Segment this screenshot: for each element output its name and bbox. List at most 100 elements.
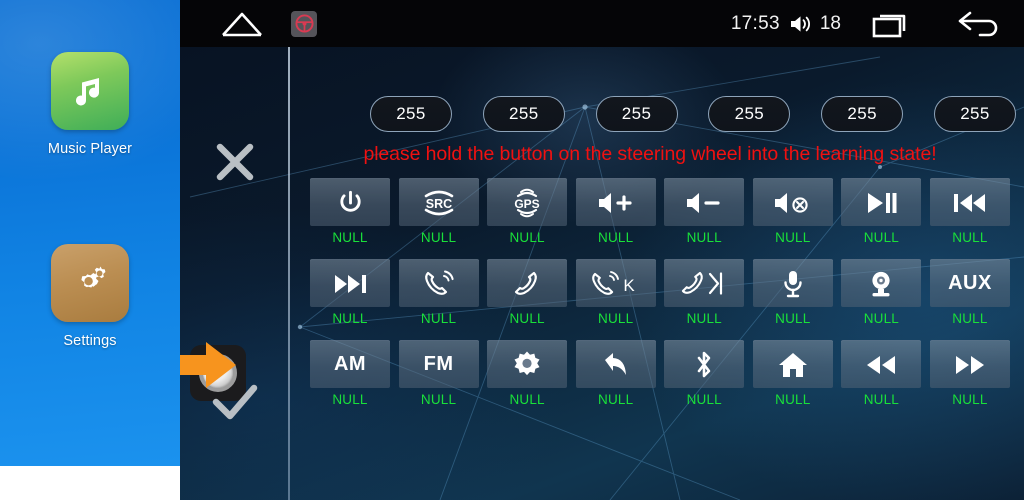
action-control-column bbox=[180, 47, 290, 500]
key-label: NULL bbox=[686, 392, 722, 407]
key-label: NULL bbox=[332, 230, 368, 245]
key-label: NULL bbox=[509, 311, 545, 326]
call-end-icon[interactable] bbox=[487, 259, 568, 307]
key-label: NULL bbox=[598, 230, 634, 245]
channel-value[interactable]: 255 bbox=[482, 96, 565, 132]
call-answer-icon[interactable] bbox=[398, 259, 479, 307]
key-label: NULL bbox=[420, 230, 457, 245]
sidebar-item-music-player[interactable]: Music Player bbox=[0, 52, 180, 157]
key-cell: GPS NULL bbox=[487, 178, 568, 245]
home-outline-icon[interactable] bbox=[220, 11, 264, 37]
key-cell: NULL bbox=[664, 178, 745, 245]
key-cell: SRC NULL bbox=[398, 178, 479, 245]
call-end-arrow-icon[interactable] bbox=[664, 259, 745, 307]
volume-mute-icon[interactable] bbox=[752, 178, 833, 226]
sidebar-item-label: Settings bbox=[63, 333, 117, 349]
key-cell: NULL bbox=[841, 340, 922, 407]
key-label: NULL bbox=[332, 311, 368, 326]
music-note-icon bbox=[51, 52, 129, 130]
home-icon[interactable] bbox=[752, 340, 833, 388]
key-cell: NULL bbox=[487, 340, 568, 407]
bluetooth-icon[interactable] bbox=[664, 340, 745, 388]
channel-value[interactable]: 255 bbox=[370, 96, 452, 132]
key-cell: K NULL bbox=[575, 259, 656, 326]
previous-track-icon[interactable] bbox=[929, 178, 1010, 226]
key-text: FM bbox=[423, 353, 454, 375]
rewind-icon[interactable] bbox=[841, 340, 922, 388]
fm-icon[interactable]: FM bbox=[398, 340, 479, 388]
key-label: NULL bbox=[686, 230, 722, 245]
key-cell: NULL bbox=[841, 259, 922, 326]
key-cell: NULL bbox=[398, 259, 479, 326]
key-label: NULL bbox=[332, 392, 368, 407]
channel-value[interactable]: 255 bbox=[708, 96, 791, 132]
volume-down-icon[interactable] bbox=[664, 178, 745, 226]
sidebar-item-label: Music Player bbox=[47, 141, 133, 157]
key-cell: NULL bbox=[752, 259, 833, 326]
src-icon[interactable]: SRC bbox=[398, 178, 479, 226]
channel-value-row: 255 255 255 255 255 255 bbox=[370, 96, 1016, 132]
key-label: NULL bbox=[863, 311, 900, 326]
key-row: NULL NULL NULL K NULL NULL NULL NULL AUX… bbox=[310, 259, 1010, 326]
gps-icon[interactable]: GPS bbox=[487, 178, 568, 226]
key-cell: NULL bbox=[575, 178, 656, 245]
key-cell: NULL bbox=[929, 340, 1010, 407]
key-label: NULL bbox=[863, 392, 900, 407]
screen-root: Music Player Settings 17:53 18 255 255 2… bbox=[0, 0, 1024, 500]
key-cell: NULL bbox=[929, 178, 1010, 245]
steering-wheel-icon[interactable] bbox=[291, 10, 317, 37]
channel-value[interactable]: 255 bbox=[595, 96, 678, 132]
key-cell: NULL bbox=[310, 178, 390, 245]
svg-text:SRC: SRC bbox=[425, 197, 451, 211]
key-text: K bbox=[623, 276, 635, 295]
fast-forward-icon[interactable] bbox=[929, 340, 1010, 388]
power-icon[interactable] bbox=[310, 178, 390, 226]
key-label: NULL bbox=[775, 311, 811, 326]
check-icon[interactable] bbox=[206, 375, 264, 433]
app-sidebar: Music Player Settings bbox=[0, 0, 180, 466]
key-label: NULL bbox=[863, 230, 900, 245]
key-label: NULL bbox=[420, 311, 457, 326]
key-cell: NULL bbox=[752, 340, 833, 407]
key-label: NULL bbox=[952, 392, 988, 407]
camera-icon[interactable] bbox=[841, 259, 922, 307]
key-label: NULL bbox=[686, 311, 722, 326]
channel-value[interactable]: 255 bbox=[821, 96, 904, 132]
volume-icon[interactable] bbox=[789, 13, 813, 35]
back-curve-icon[interactable] bbox=[575, 340, 656, 388]
column-divider bbox=[288, 47, 290, 500]
key-cell: FM NULL bbox=[398, 340, 479, 407]
svg-text:GPS: GPS bbox=[514, 197, 539, 211]
sidebar-footer-strip bbox=[0, 466, 180, 500]
key-text: AUX bbox=[948, 272, 992, 294]
key-cell: AUX NULL bbox=[929, 259, 1010, 326]
volume-level: 18 bbox=[819, 12, 841, 34]
sidebar-item-settings[interactable]: Settings bbox=[0, 244, 180, 349]
next-track-icon[interactable] bbox=[310, 259, 390, 307]
key-cell: NULL bbox=[487, 259, 568, 326]
gear-icon[interactable] bbox=[487, 340, 568, 388]
key-label: NULL bbox=[509, 392, 545, 407]
recents-icon[interactable] bbox=[872, 10, 914, 38]
key-label: NULL bbox=[420, 392, 457, 407]
status-bar-right-group: 17:53 18 bbox=[731, 10, 1002, 38]
call-answer-k-icon[interactable]: K bbox=[575, 259, 656, 307]
am-icon[interactable]: AM bbox=[310, 340, 390, 388]
aux-icon[interactable]: AUX bbox=[929, 259, 1010, 307]
warning-message: please hold the button on the steering w… bbox=[363, 143, 937, 165]
volume-up-icon[interactable] bbox=[575, 178, 656, 226]
key-row: NULL SRC NULL GPS NULL NULL NULL NULL NU… bbox=[310, 178, 1010, 245]
channel-value[interactable]: 255 bbox=[933, 96, 1016, 132]
key-row: AM NULL FM NULL NULL NULL NULL NULL NULL… bbox=[310, 340, 1010, 407]
back-arrow-icon[interactable] bbox=[956, 10, 1002, 38]
gears-icon bbox=[51, 244, 129, 322]
key-cell: NULL bbox=[841, 178, 922, 245]
key-cell: NULL bbox=[575, 340, 656, 407]
key-label: NULL bbox=[598, 392, 634, 407]
key-label: NULL bbox=[775, 392, 811, 407]
microphone-icon[interactable] bbox=[752, 259, 833, 307]
steering-wheel-learning-panel: 255 255 255 255 255 255 please hold the … bbox=[180, 47, 1024, 500]
play-pause-icon[interactable] bbox=[841, 178, 922, 226]
close-x-icon[interactable] bbox=[206, 133, 264, 191]
key-cell: AM NULL bbox=[310, 340, 390, 407]
